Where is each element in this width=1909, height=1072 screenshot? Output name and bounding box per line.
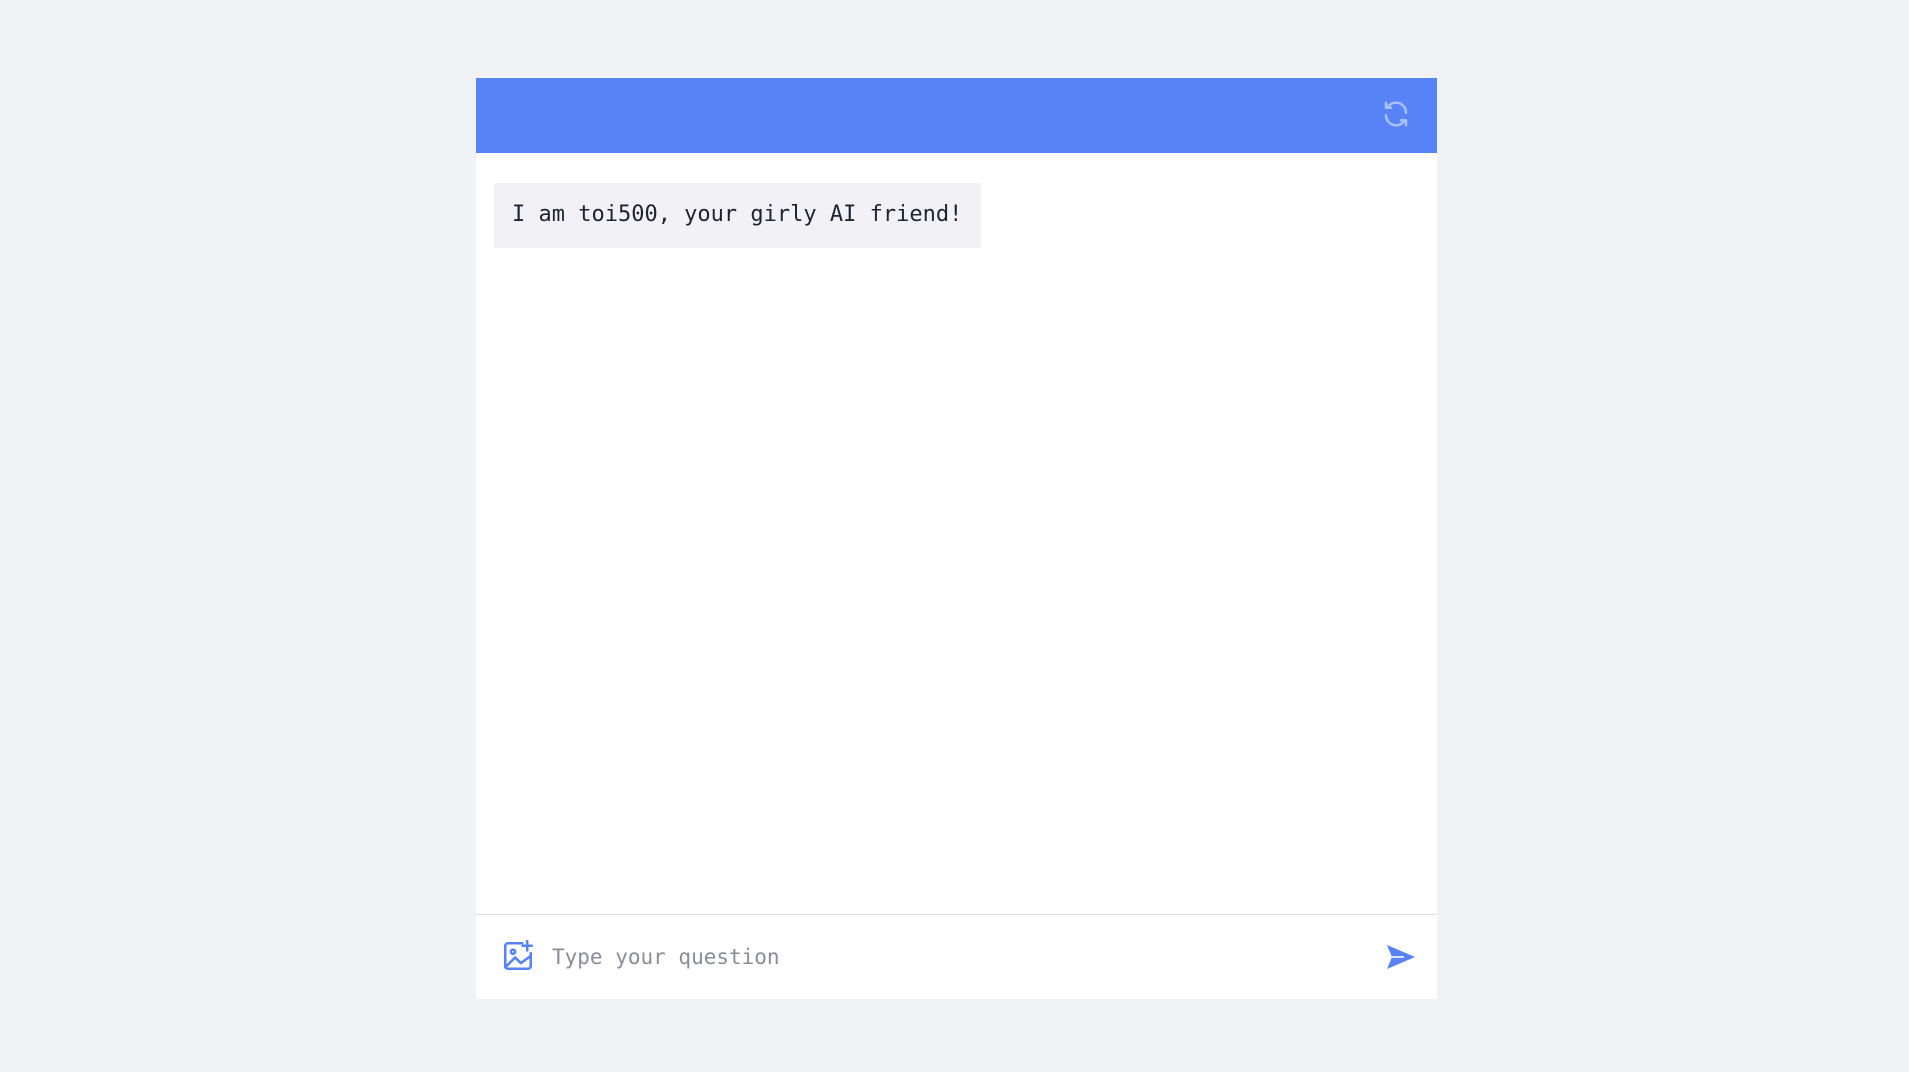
question-input[interactable] [552,939,1383,975]
message-list: I am toi500, your girly AI friend! [476,153,1437,914]
bot-message-text: I am toi500, your girly AI friend! [512,202,963,227]
add-image-icon [501,939,535,977]
chat-window: I am toi500, your girly AI friend! [476,78,1437,999]
refresh-icon [1381,99,1411,133]
send-button[interactable] [1383,941,1419,977]
bot-message: I am toi500, your girly AI friend! [494,183,982,248]
refresh-button[interactable] [1379,99,1413,133]
composer [476,914,1437,999]
add-image-button[interactable] [500,939,536,977]
send-icon [1386,944,1416,974]
chat-header [476,78,1437,153]
